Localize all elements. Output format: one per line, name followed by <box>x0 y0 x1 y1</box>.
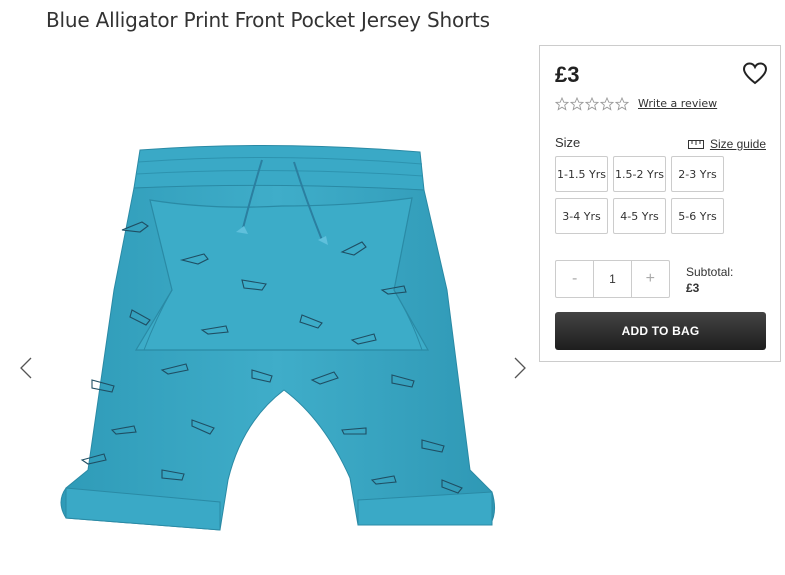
size-option[interactable]: 4-5 Yrs <box>613 198 666 234</box>
gallery-prev-button[interactable] <box>14 348 38 388</box>
product-gallery <box>0 40 540 575</box>
ruler-icon <box>687 139 704 149</box>
write-review-link[interactable]: Write a review <box>638 97 717 110</box>
quantity-decrease-button[interactable]: - <box>556 261 593 297</box>
star-icon <box>585 97 599 111</box>
chevron-left-icon <box>20 357 32 379</box>
size-label: Size <box>555 135 581 150</box>
size-option[interactable]: 1.5-2 Yrs <box>613 156 666 192</box>
size-option[interactable]: 5-6 Yrs <box>671 198 724 234</box>
product-image <box>60 144 496 531</box>
product-price: £3 <box>555 62 580 87</box>
gallery-next-button[interactable] <box>508 348 532 388</box>
size-options: 1-1.5 Yrs 1.5-2 Yrs 2-3 Yrs 3-4 Yrs 4-5 … <box>555 156 724 234</box>
purchase-panel: £3 Write a review Size Size guide 1-1.5 … <box>539 45 781 362</box>
subtotal: Subtotal: £3 <box>686 264 733 296</box>
product-title: Blue Alligator Print Front Pocket Jersey… <box>46 8 490 32</box>
star-icon <box>570 97 584 111</box>
size-option[interactable]: 3-4 Yrs <box>555 198 608 234</box>
add-to-bag-button[interactable]: ADD TO BAG <box>555 312 766 350</box>
star-icon <box>555 97 569 111</box>
quantity-stepper: - 1 + <box>555 260 670 298</box>
rating-stars <box>555 97 629 111</box>
size-guide-link[interactable]: Size guide <box>687 137 766 151</box>
heart-icon <box>742 62 768 85</box>
size-guide-label: Size guide <box>709 137 766 151</box>
size-option[interactable]: 2-3 Yrs <box>671 156 724 192</box>
quantity-input[interactable]: 1 <box>593 261 632 297</box>
chevron-right-icon <box>514 357 526 379</box>
star-icon <box>600 97 614 111</box>
subtotal-value: £3 <box>686 281 700 295</box>
size-option[interactable]: 1-1.5 Yrs <box>555 156 608 192</box>
wishlist-button[interactable] <box>742 62 768 86</box>
quantity-increase-button[interactable]: + <box>632 261 669 297</box>
subtotal-label: Subtotal: <box>686 265 734 279</box>
star-icon <box>615 97 629 111</box>
